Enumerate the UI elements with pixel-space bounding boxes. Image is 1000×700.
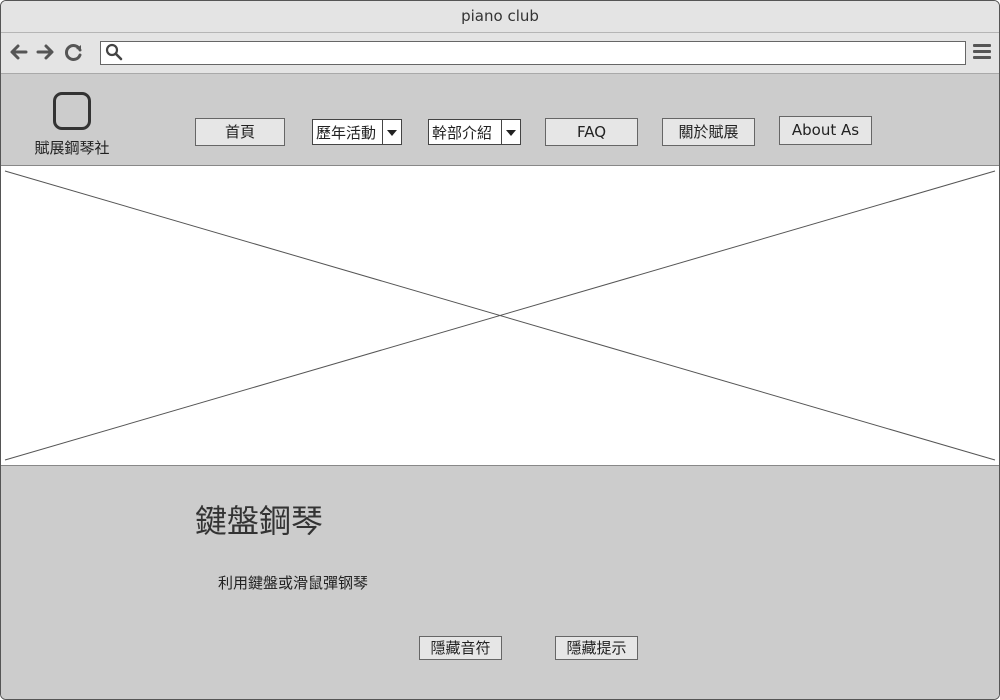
site-header: 賦展鋼琴社 首頁 歷年活動 幹部介紹 FAQ 關於賦展 About As [1, 74, 999, 166]
hide-hints-button[interactable]: 隱藏提示 [555, 636, 638, 660]
hamburger-menu-icon[interactable] [973, 44, 991, 60]
nav-about-en-button[interactable]: About As [779, 116, 872, 145]
title-bar: piano club [1, 1, 999, 33]
nav-faq-button[interactable]: FAQ [545, 118, 638, 146]
logo-text: 賦展鋼琴社 [34, 139, 110, 157]
nav-about-zh-button[interactable]: 關於賦展 [662, 118, 755, 146]
forward-arrow-icon[interactable] [34, 41, 56, 63]
nav-events-label: 歷年活動 [316, 124, 377, 142]
section-heading: 鍵盤鋼琴 [195, 502, 324, 540]
reload-icon[interactable] [63, 41, 85, 63]
chevron-down-icon[interactable] [382, 120, 401, 144]
nav-officers-dropdown[interactable]: 幹部介紹 [428, 119, 521, 145]
hide-notes-button[interactable]: 隱藏音符 [419, 636, 502, 660]
browser-window: piano club 賦展鋼琴社 首頁 歷年活動 幹部介紹 FAQ 關於賦展 A… [0, 0, 1000, 700]
logo-icon[interactable] [53, 92, 91, 130]
address-bar[interactable] [100, 41, 966, 65]
back-arrow-icon[interactable] [8, 41, 30, 63]
search-icon [105, 43, 123, 61]
browser-toolbar [1, 33, 999, 74]
nav-home-button[interactable]: 首頁 [195, 118, 285, 146]
section-description: 利用鍵盤或滑鼠彈钢琴 [218, 574, 369, 592]
nav-officers-label: 幹部介紹 [432, 124, 493, 142]
image-placeholder-icon [4, 170, 996, 461]
keyboard-piano-section: 鍵盤鋼琴 利用鍵盤或滑鼠彈钢琴 隱藏音符 隱藏提示 [1, 466, 999, 699]
hero-image-placeholder [1, 166, 999, 466]
nav-events-dropdown[interactable]: 歷年活動 [312, 119, 402, 145]
url-input[interactable] [127, 43, 961, 63]
window-title: piano club [461, 7, 539, 25]
chevron-down-icon[interactable] [501, 120, 520, 144]
